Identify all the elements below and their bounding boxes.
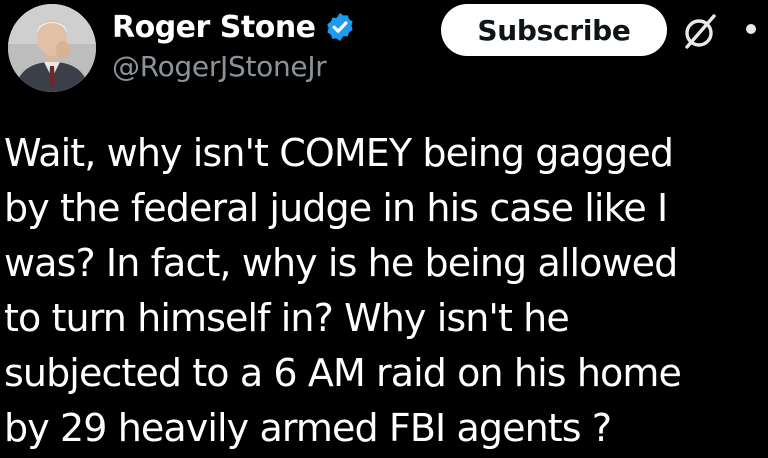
tweet-text-line: subjected to a 6 AM raid on his home [4, 351, 682, 395]
user-handle[interactable]: @RogerJStoneJr [112, 50, 356, 83]
author-block: Roger Stone @RogerJStoneJr [112, 2, 356, 92]
tweet-text-line: to turn himself in? Why isn't he [4, 296, 570, 340]
tweet-text-line: was? In fact, why is he being allowed [4, 241, 678, 285]
tweet-text-line: Wait, why isn't COMEY being gagged [4, 131, 674, 175]
tweet: Roger Stone @RogerJStoneJr Subscribe Wai… [0, 0, 768, 458]
subscribe-button[interactable]: Subscribe [441, 4, 667, 56]
tweet-text-line: by the federal judge in his case like I [4, 186, 668, 230]
tweet-text: Wait, why isn't COMEY being gagged by th… [4, 126, 766, 456]
grok-slash-circle-icon[interactable] [680, 10, 722, 52]
avatar[interactable] [8, 4, 96, 92]
verified-badge-icon [326, 13, 353, 41]
more-dots-icon[interactable] [746, 24, 756, 34]
name-row: Roger Stone [112, 2, 356, 52]
avatar-photo [8, 4, 96, 92]
display-name[interactable]: Roger Stone [112, 10, 316, 45]
tweet-text-line: by 29 heavily armed FBI agents ? [4, 406, 612, 450]
